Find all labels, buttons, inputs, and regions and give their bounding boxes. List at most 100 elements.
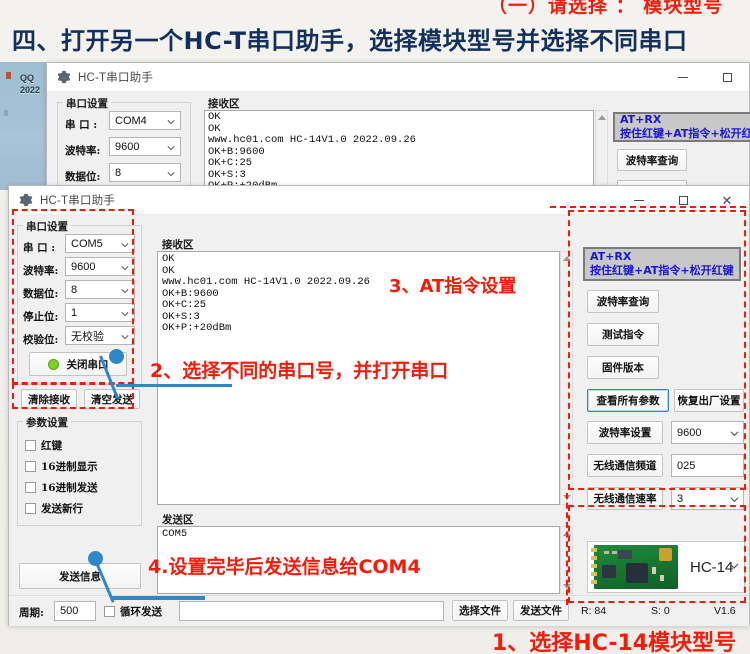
- at-hint-box[interactable]: AT+RX 按住红键+AT指令+松开红键: [583, 247, 741, 281]
- period-value: 500: [60, 605, 79, 617]
- rf-channel-button[interactable]: 无线通信频道: [587, 454, 663, 477]
- rf-rate-button[interactable]: 无线通信速率: [587, 487, 663, 510]
- checkbox-hex-send[interactable]: 16进制发送: [25, 480, 98, 495]
- chevron-down-icon: [730, 429, 739, 437]
- back-at-line1: AT+RX: [620, 113, 662, 126]
- front-window-title: HC-T串口助手: [40, 195, 116, 207]
- gear-icon: [19, 193, 33, 207]
- chevron-down-icon: [167, 143, 175, 151]
- chevron-down-icon: [729, 558, 739, 576]
- scroll-up-icon[interactable]: [561, 253, 572, 264]
- back-baud-query-button[interactable]: 波特率查询: [617, 149, 687, 171]
- annotation-2: 2、选择不同的串口号，并打开串口: [150, 360, 449, 382]
- scroll-down-icon[interactable]: [561, 581, 572, 592]
- checkbox-box-icon: [25, 461, 36, 472]
- back-databits-combo[interactable]: 8: [109, 163, 181, 182]
- checkbox-hex-display[interactable]: 16进制显示: [25, 459, 98, 474]
- gear-icon: [57, 70, 71, 84]
- clear-send-button[interactable]: 清空发送: [84, 389, 140, 409]
- module-model-selector[interactable]: HC-14: [587, 541, 745, 593]
- factory-reset-button[interactable]: 恢复出厂设置: [674, 389, 744, 412]
- chevron-down-icon: [121, 309, 129, 317]
- checkbox-send-newline-label: 发送新行: [41, 503, 83, 515]
- checkbox-red-key-label: 红键: [41, 440, 62, 452]
- baud-query-button[interactable]: 波特率查询: [587, 290, 659, 313]
- back-recv-scrollbar[interactable]: [595, 110, 608, 192]
- back-databits-value: 8: [115, 166, 122, 179]
- back-window-body: 串口设置 串 口 : COM4 波特率: 9600 数据位: 8 接收区 OK …: [47, 92, 750, 202]
- front-close-button[interactable]: ✕: [705, 186, 749, 215]
- checkbox-red-key[interactable]: 红键: [25, 438, 62, 453]
- scroll-up-icon[interactable]: [596, 112, 607, 123]
- status-led-icon: [47, 358, 59, 370]
- stopbits-combo[interactable]: 1: [65, 303, 135, 322]
- back-port-combo[interactable]: COM4: [109, 111, 181, 130]
- baud-set-combo[interactable]: 9600: [671, 421, 744, 444]
- front-window-titlebar[interactable]: HC-T串口助手 ✕: [9, 186, 749, 215]
- port-combo[interactable]: COM5: [65, 234, 135, 253]
- chevron-down-icon: [121, 240, 129, 248]
- page-title: 四、打开另一个HC-T串口助手，选择模块型号并选择不同串口: [12, 27, 688, 55]
- front-maximize-button[interactable]: [661, 186, 705, 215]
- rf-rate-combo[interactable]: 3: [671, 487, 744, 510]
- baud-combo[interactable]: 9600: [65, 257, 135, 276]
- back-baud-label: 波特率:: [65, 145, 101, 157]
- send-area-label: 发送区: [159, 512, 197, 527]
- clear-receive-button[interactable]: 清除接收: [21, 389, 77, 409]
- back-baud-value: 9600: [115, 140, 140, 153]
- back-recv-area[interactable]: OK OK www.hc01.com HC-14V1.0 2022.09.26 …: [204, 110, 594, 192]
- checkbox-hex-display-label: 16进制显示: [41, 461, 98, 473]
- chevron-down-icon: [121, 332, 129, 340]
- rf-channel-input[interactable]: 025: [671, 454, 744, 477]
- baud-set-button[interactable]: 波特率设置: [587, 421, 663, 444]
- back-databits-label: 数据位:: [65, 171, 101, 183]
- module-photo: [591, 545, 678, 589]
- back-port-label: 串 口 :: [65, 119, 98, 131]
- period-input[interactable]: 500: [54, 601, 96, 621]
- checkbox-box-icon: [25, 503, 36, 514]
- checkbox-send-newline[interactable]: 发送新行: [25, 501, 83, 516]
- module-model-name: HC-14: [690, 558, 734, 576]
- checkbox-box-icon: [25, 440, 36, 451]
- back-window-titlebar[interactable]: HC-T串口助手: [47, 63, 749, 92]
- stopbits-label: 停止位:: [23, 311, 59, 323]
- scroll-down-icon[interactable]: [561, 492, 572, 503]
- parity-combo[interactable]: 无校验: [65, 326, 135, 345]
- send-file-button[interactable]: 发送文件: [513, 600, 569, 621]
- rf-channel-value: 025: [677, 459, 696, 472]
- period-label: 周期:: [19, 607, 44, 619]
- back-serial-settings-label: 串口设置: [63, 96, 111, 111]
- baud-set-value: 9600: [677, 426, 702, 439]
- chevron-down-icon: [167, 117, 175, 125]
- back-at-line2: 按住红键+AT指令+松开红键: [620, 127, 750, 140]
- back-maximize-button[interactable]: [705, 63, 749, 92]
- parity-label: 校验位:: [23, 334, 59, 346]
- send-area-text: COM5: [162, 528, 188, 540]
- send-area-scrollbar[interactable]: [560, 526, 573, 594]
- checkbox-loop-send[interactable]: 循环发送: [104, 604, 162, 619]
- choose-file-button[interactable]: 选择文件: [452, 600, 508, 621]
- scroll-up-icon[interactable]: [561, 528, 572, 539]
- back-window-title: HC-T串口助手: [78, 72, 154, 84]
- test-command-button[interactable]: 测试指令: [587, 323, 659, 346]
- file-path-input[interactable]: [179, 601, 444, 621]
- desktop-label-year: 2022: [20, 85, 41, 95]
- chevron-down-icon: [121, 263, 129, 271]
- back-at-hint-box[interactable]: AT+RX 按住红键+AT指令+松开红键: [613, 112, 750, 142]
- desktop-icon-a: [6, 72, 11, 79]
- back-baud-combo[interactable]: 9600: [109, 137, 181, 156]
- firmware-version-button[interactable]: 固件版本: [587, 356, 659, 379]
- back-minimize-button[interactable]: [661, 63, 705, 92]
- chevron-down-icon: [167, 169, 175, 177]
- app-version: V1.6: [714, 605, 736, 617]
- receive-area-scrollbar[interactable]: [560, 251, 573, 505]
- query-all-params-button[interactable]: 查看所有参数: [587, 389, 669, 412]
- send-info-button[interactable]: 发送信息: [19, 563, 141, 589]
- databits-value: 8: [71, 283, 78, 296]
- receive-area-label: 接收区: [159, 237, 197, 252]
- background-serial-assistant-window[interactable]: HC-T串口助手 串口设置 串 口 : COM4 波特率: 9600 数据位:: [46, 62, 750, 202]
- serial-settings-label: 串口设置: [23, 219, 71, 234]
- callout-line-send-horiz: [112, 596, 205, 600]
- databits-combo[interactable]: 8: [65, 280, 135, 299]
- front-minimize-button[interactable]: [617, 186, 661, 215]
